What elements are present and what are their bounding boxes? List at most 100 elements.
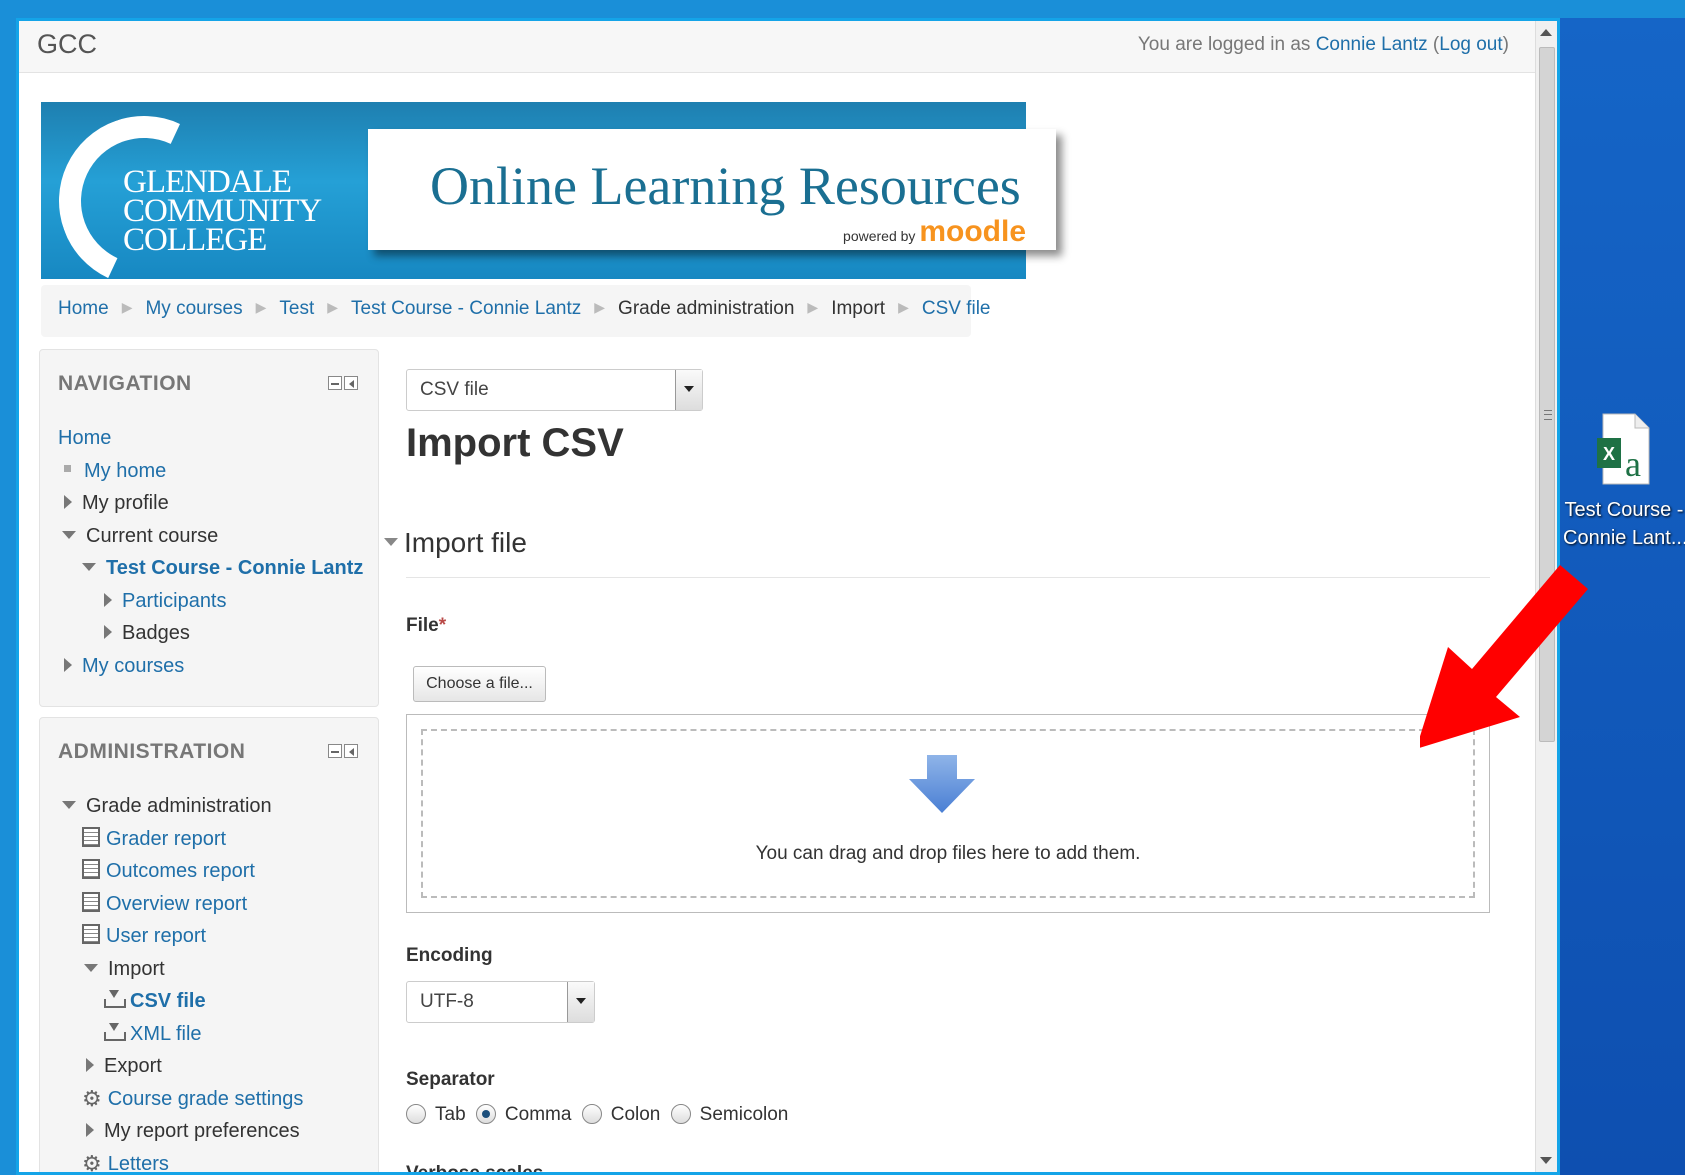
expand-icon[interactable]	[86, 1058, 94, 1072]
admin-letters-label[interactable]: Letters	[108, 1153, 169, 1173]
collapse-icon[interactable]	[384, 538, 398, 546]
scroll-down-icon[interactable]	[1540, 1157, 1552, 1164]
import-type-select[interactable]: CSV file	[406, 369, 703, 411]
admin-my-report-prefs[interactable]: My report preferences	[58, 1115, 303, 1148]
nav-participants[interactable]: Participants	[58, 585, 363, 618]
annotation-arrow-icon	[1420, 565, 1588, 748]
expand-icon[interactable]	[64, 495, 72, 509]
dock-icon[interactable]	[344, 376, 358, 390]
minimize-icon[interactable]	[328, 744, 342, 758]
radio-semicolon-label[interactable]: Semicolon	[700, 1104, 789, 1125]
admin-xml-file[interactable]: XML file	[58, 1018, 303, 1051]
collapse-icon[interactable]	[62, 801, 76, 809]
collapse-icon[interactable]	[82, 563, 96, 571]
administration-tree: Grade administration Grader report Outco…	[58, 790, 303, 1173]
minimize-icon[interactable]	[328, 376, 342, 390]
nav-my-courses-label[interactable]: My courses	[82, 655, 184, 677]
admin-grader-report[interactable]: Grader report	[58, 823, 303, 856]
separator-label: Separator	[406, 1069, 495, 1090]
nav-badges-label[interactable]: Badges	[122, 622, 190, 644]
admin-grader-report-label[interactable]: Grader report	[106, 828, 226, 850]
nav-course-label[interactable]: Test Course - Connie Lantz	[106, 557, 363, 579]
radio-colon[interactable]	[581, 1104, 602, 1124]
admin-overview-report-label[interactable]: Overview report	[106, 893, 247, 915]
admin-my-report-prefs-label[interactable]: My report preferences	[104, 1120, 300, 1142]
user-name-link[interactable]: Connie Lantz	[1316, 34, 1428, 55]
nav-my-courses[interactable]: My courses	[58, 650, 363, 683]
expand-icon[interactable]	[104, 592, 112, 607]
radio-tab-label[interactable]: Tab	[435, 1104, 466, 1125]
radio-comma[interactable]	[475, 1104, 496, 1124]
desktop-excel-file[interactable]: X a Test Course - Connie Lant...	[1563, 412, 1685, 552]
radio-comma-label[interactable]: Comma	[505, 1104, 572, 1125]
breadcrumb-my-courses[interactable]: My courses	[145, 298, 242, 319]
site-banner: GLENDALE COMMUNITY COLLEGE Online Learni…	[35, 92, 1056, 310]
nav-home[interactable]: Home	[58, 422, 363, 455]
breadcrumb-test[interactable]: Test	[279, 298, 314, 319]
moodle-logo: moodle	[919, 215, 1026, 248]
admin-outcomes-report-label[interactable]: Outcomes report	[106, 860, 255, 882]
admin-grade-admin-label[interactable]: Grade administration	[86, 795, 272, 817]
nav-participants-label[interactable]: Participants	[122, 590, 227, 612]
logout-link[interactable]: Log out	[1439, 34, 1502, 55]
admin-outcomes-report[interactable]: Outcomes report	[58, 855, 303, 888]
choose-file-button[interactable]: Choose a file...	[413, 666, 546, 702]
dropdown-arrow-icon[interactable]	[567, 982, 594, 1022]
admin-export-label[interactable]: Export	[104, 1055, 162, 1077]
radio-colon-label[interactable]: Colon	[611, 1104, 661, 1125]
admin-overview-report[interactable]: Overview report	[58, 888, 303, 921]
banner-title-card: Online Learning Resources powered by moo…	[368, 129, 1056, 250]
encoding-value: UTF-8	[420, 991, 474, 1012]
desktop-file-label-1: Test Course -	[1564, 499, 1684, 521]
admin-csv-file[interactable]: CSV file	[58, 985, 303, 1018]
nav-my-profile-label[interactable]: My profile	[82, 492, 169, 514]
report-icon	[82, 826, 100, 847]
nav-badges[interactable]: Badges	[58, 617, 363, 650]
breadcrumb-course[interactable]: Test Course - Connie Lantz	[351, 298, 581, 319]
breadcrumb-grade-admin: Grade administration	[618, 298, 795, 319]
admin-grade-admin[interactable]: Grade administration	[58, 790, 303, 823]
expand-icon[interactable]	[104, 625, 112, 639]
nav-home-label[interactable]: Home	[58, 427, 111, 449]
encoding-select[interactable]: UTF-8	[406, 981, 595, 1023]
expand-icon[interactable]	[86, 1123, 94, 1137]
nav-course[interactable]: Test Course - Connie Lantz	[58, 552, 363, 585]
navigation-tree: Home My home My profile Current course T…	[58, 422, 363, 682]
report-icon	[82, 924, 100, 944]
nav-my-home[interactable]: My home	[58, 455, 363, 488]
nav-my-profile[interactable]: My profile	[58, 487, 363, 520]
breadcrumb-import: Import	[831, 298, 886, 319]
admin-letters[interactable]: ⚙ Letters	[58, 1148, 303, 1173]
dropzone-text: You can drag and drop files here to add …	[755, 843, 1141, 864]
radio-semicolon[interactable]	[670, 1104, 691, 1124]
dropdown-arrow-icon[interactable]	[675, 370, 702, 410]
admin-csv-file-label[interactable]: CSV file	[130, 990, 206, 1012]
top-bar: GCC You are logged in as Connie Lantz (L…	[19, 21, 1539, 73]
file-label: File*	[406, 615, 446, 637]
breadcrumb-csv-file[interactable]: CSV file	[922, 298, 991, 319]
svg-text:a: a	[1625, 444, 1641, 484]
scroll-up-icon[interactable]	[1540, 29, 1552, 36]
import-file-section-header[interactable]: Import file	[384, 527, 527, 559]
expand-icon[interactable]	[64, 657, 72, 672]
admin-import[interactable]: Import	[58, 953, 303, 986]
collapse-icon[interactable]	[84, 963, 98, 972]
admin-export[interactable]: Export	[58, 1050, 303, 1083]
admin-user-report[interactable]: User report	[58, 920, 303, 953]
dock-icon[interactable]	[344, 744, 358, 758]
admin-import-label[interactable]: Import	[108, 958, 165, 980]
breadcrumb-home[interactable]: Home	[58, 298, 109, 319]
nav-my-home-label[interactable]: My home	[84, 460, 166, 482]
site-name-link[interactable]: GCC	[37, 29, 97, 60]
file-dropzone[interactable]: You can drag and drop files here to add …	[406, 714, 1490, 913]
banner-title: Online Learning Resources	[430, 156, 1021, 216]
nav-current-course-label[interactable]: Current course	[86, 525, 218, 547]
admin-course-grade-settings[interactable]: ⚙ Course grade settings	[58, 1083, 303, 1116]
admin-user-report-label[interactable]: User report	[106, 925, 206, 947]
collapse-icon[interactable]	[62, 530, 76, 539]
admin-course-grade-settings-label[interactable]: Course grade settings	[108, 1088, 304, 1110]
import-icon	[104, 1022, 126, 1041]
admin-xml-file-label[interactable]: XML file	[130, 1023, 202, 1045]
radio-tab[interactable]	[406, 1104, 426, 1124]
nav-current-course[interactable]: Current course	[58, 520, 363, 553]
